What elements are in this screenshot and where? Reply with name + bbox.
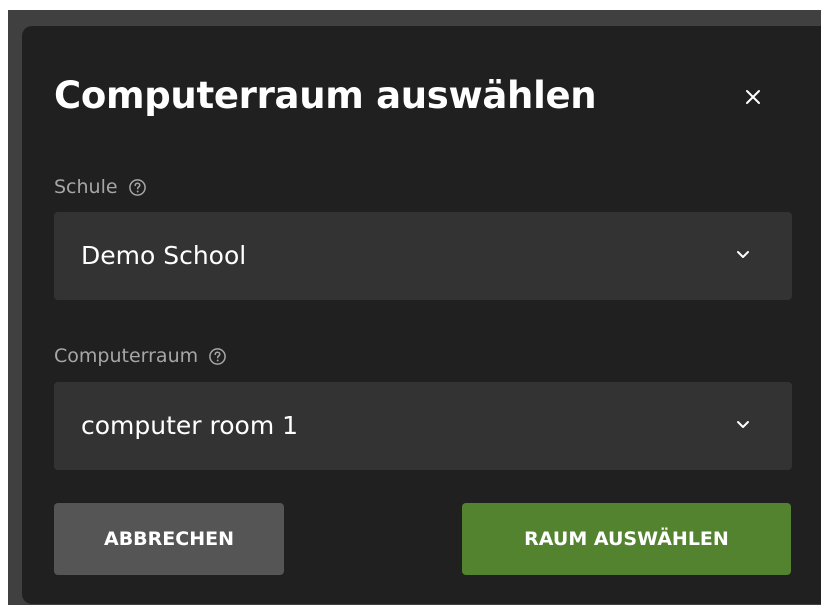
school-label-text: Schule	[54, 176, 118, 198]
help-circle-icon[interactable]	[208, 347, 227, 366]
select-room-dialog: Computerraum auswählen Schule Demo Schoo…	[22, 26, 821, 604]
cancel-button[interactable]: ABBRECHEN	[54, 503, 284, 575]
dialog-title: Computerraum auswählen	[54, 74, 597, 117]
room-label-text: Computerraum	[54, 345, 199, 367]
close-button[interactable]	[734, 78, 772, 116]
school-field-label: Schule	[54, 175, 147, 199]
school-select[interactable]: Demo School	[54, 212, 792, 300]
chevron-down-icon	[737, 251, 749, 258]
select-room-button[interactable]: RAUM AUSWÄHLEN	[462, 503, 791, 575]
help-circle-icon[interactable]	[128, 178, 147, 197]
room-select[interactable]: computer room 1	[54, 382, 792, 470]
room-select-value: computer room 1	[81, 411, 299, 440]
close-icon	[746, 90, 760, 104]
school-select-value: Demo School	[81, 241, 247, 270]
chevron-down-icon	[737, 421, 749, 428]
room-field-label: Computerraum	[54, 344, 227, 368]
